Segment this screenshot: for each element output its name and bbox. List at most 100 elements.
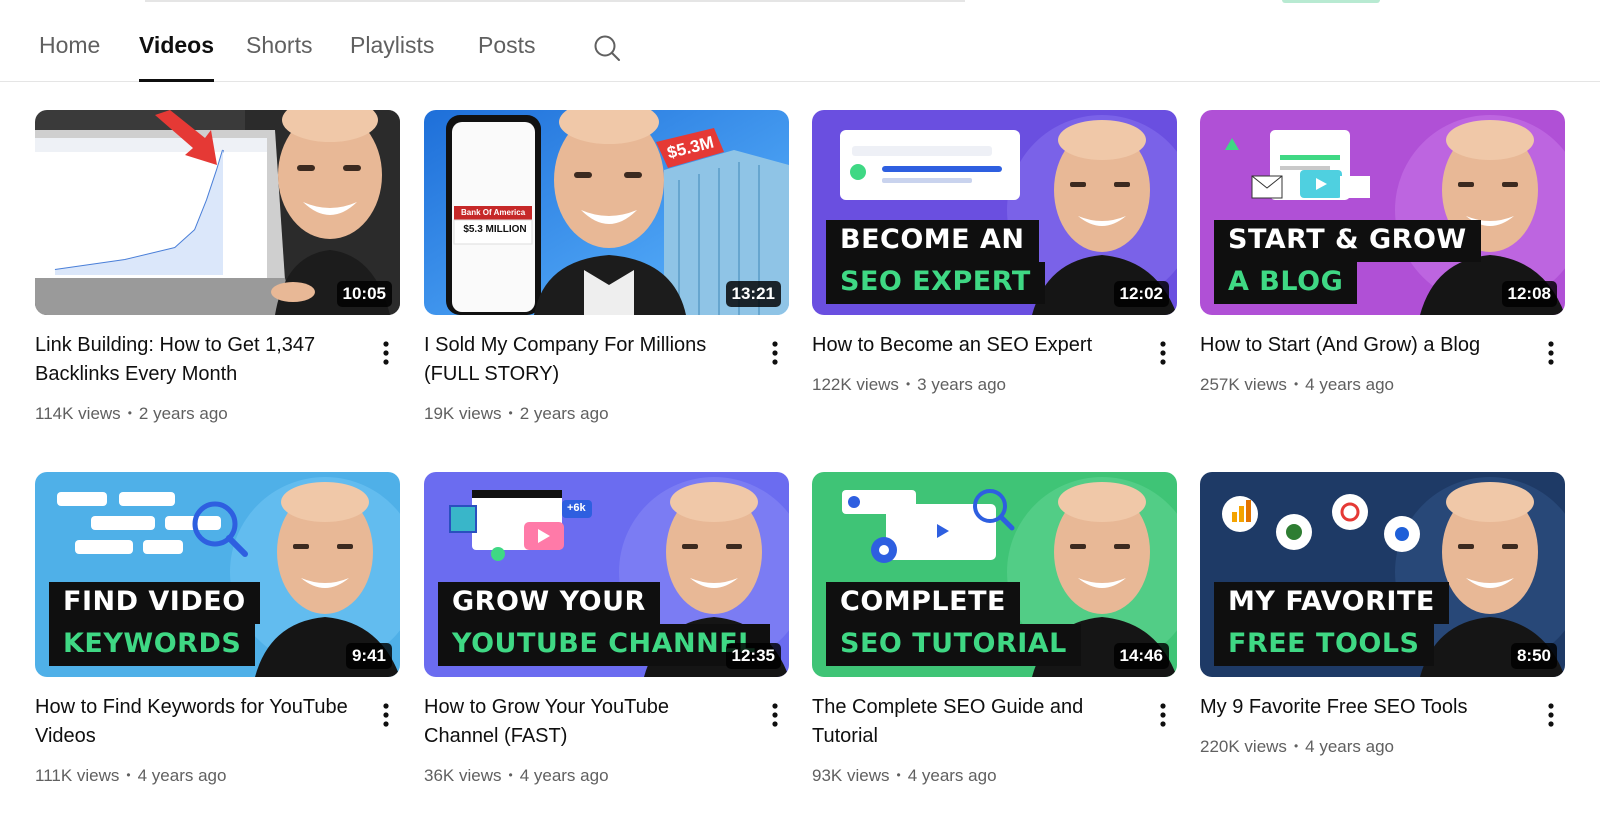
more-vert-icon[interactable] (378, 702, 394, 728)
view-count: 122K views (812, 375, 899, 394)
video-title[interactable]: How to Become an SEO Expert (812, 331, 1132, 360)
video-title[interactable]: The Complete SEO Guide and Tutorial (812, 693, 1132, 751)
video-meta: 257K views • 4 years ago (1200, 375, 1394, 395)
video-card[interactable]: START & GROW A BLOG 12:08 How to Start (… (1200, 110, 1565, 394)
more-vert-icon[interactable] (1155, 340, 1171, 366)
more-vert-icon[interactable] (767, 340, 783, 366)
upload-age: 4 years ago (519, 766, 609, 785)
tab-label: Posts (478, 32, 536, 58)
headline-line-2: A BLOG (1214, 262, 1358, 304)
video-meta: 220K views • 4 years ago (1200, 737, 1394, 757)
more-vert-icon[interactable] (1155, 702, 1171, 728)
duration-badge: 14:46 (1113, 643, 1169, 669)
duration-badge: 10:05 (336, 281, 392, 307)
view-count: 36K views (424, 766, 502, 785)
thumbnail-headline: MY FAVORITE FREE TOOLS (1214, 582, 1449, 666)
meta-separator: • (127, 406, 132, 420)
video-card[interactable]: Bank Of America $5.3 MILLION $5.3M 13:21… (424, 110, 789, 423)
meta-separator: • (508, 406, 513, 420)
video-meta: 114K views • 2 years ago (35, 404, 228, 424)
video-card[interactable]: MY FAVORITE FREE TOOLS 8:50 My 9 Favorit… (1200, 472, 1565, 756)
duration-badge: 12:08 (1501, 281, 1557, 307)
subscriber-badge: +6k (567, 502, 586, 514)
view-count: 220K views (1200, 737, 1287, 756)
video-meta: 93K views • 4 years ago (812, 766, 997, 786)
video-title[interactable]: How to Find Keywords for YouTube Videos (35, 693, 355, 751)
duration-badge: 12:35 (725, 643, 781, 669)
tab-label: Shorts (246, 32, 313, 58)
duration-badge: 12:02 (1113, 281, 1169, 307)
meta-separator: • (126, 768, 131, 782)
upload-age: 4 years ago (1305, 737, 1394, 756)
video-card[interactable]: +6k GROW YOUR YOUTUBE CHANNEL 12:35 How … (424, 472, 789, 785)
headline-line-2: KEYWORDS (49, 624, 256, 666)
bank-label: Bank Of America (461, 208, 526, 217)
video-title[interactable]: How to Start (And Grow) a Blog (1200, 331, 1520, 360)
more-vert-icon[interactable] (767, 702, 783, 728)
tab-home[interactable]: Home (39, 32, 100, 82)
video-thumbnail[interactable]: BECOME AN SEO EXPERT 12:02 (812, 110, 1177, 315)
headline-line-1: MY FAVORITE (1214, 582, 1449, 624)
view-count: 111K views (35, 766, 120, 785)
video-meta: 36K views • 4 years ago (424, 766, 609, 786)
video-thumbnail[interactable]: START & GROW A BLOG 12:08 (1200, 110, 1565, 315)
upload-age: 4 years ago (907, 766, 997, 785)
video-meta: 19K views • 2 years ago (424, 404, 609, 424)
channel-tabs: Home Videos Shorts Playlists Posts (0, 0, 1600, 82)
headline-line-1: COMPLETE (826, 582, 1020, 624)
tab-videos[interactable]: Videos (139, 32, 214, 82)
upload-age: 4 years ago (1305, 375, 1394, 394)
headline-line-1: GROW YOUR (438, 582, 660, 624)
video-thumbnail[interactable]: MY FAVORITE FREE TOOLS 8:50 (1200, 472, 1565, 677)
view-count: 257K views (1200, 375, 1287, 394)
tab-label: Videos (139, 32, 214, 58)
headline-line-2: YOUTUBE CHANNEL (438, 624, 770, 666)
headline-line-2: SEO TUTORIAL (826, 624, 1081, 666)
video-thumbnail[interactable]: COMPLETE SEO TUTORIAL 14:46 (812, 472, 1177, 677)
video-thumbnail[interactable]: +6k GROW YOUR YOUTUBE CHANNEL 12:35 (424, 472, 789, 677)
video-card[interactable]: 10:05 Link Building: How to Get 1,347 Ba… (35, 110, 400, 423)
video-card[interactable]: COMPLETE SEO TUTORIAL 14:46 The Complete… (812, 472, 1177, 785)
tab-playlists[interactable]: Playlists (350, 32, 434, 82)
meta-separator: • (1293, 739, 1299, 753)
video-thumbnail[interactable]: FIND VIDEO KEYWORDS 9:41 (35, 472, 400, 677)
video-card[interactable]: FIND VIDEO KEYWORDS 9:41 How to Find Key… (35, 472, 400, 785)
active-tab-underline (139, 79, 214, 82)
headline-line-2: FREE TOOLS (1214, 624, 1434, 666)
video-thumbnail[interactable]: Bank Of America $5.3 MILLION $5.3M 13:21 (424, 110, 789, 315)
headline-line-1: FIND VIDEO (49, 582, 260, 624)
tab-shorts[interactable]: Shorts (246, 32, 312, 82)
video-title[interactable]: I Sold My Company For Millions (FULL STO… (424, 331, 744, 389)
thumbnail-headline: START & GROW A BLOG (1214, 220, 1481, 304)
more-vert-icon[interactable] (378, 340, 394, 366)
headline-line-2: SEO EXPERT (826, 262, 1045, 304)
upload-age: 2 years ago (519, 404, 609, 423)
video-meta: 122K views • 3 years ago (812, 375, 1006, 395)
view-count: 19K views (424, 404, 502, 423)
amount-label: $5.3 MILLION (463, 224, 527, 235)
headline-line-1: START & GROW (1214, 220, 1481, 262)
video-card[interactable]: BECOME AN SEO EXPERT 12:02 How to Become… (812, 110, 1177, 394)
meta-separator: • (896, 768, 901, 782)
headline-line-1: BECOME AN (826, 220, 1039, 262)
tab-label: Playlists (350, 32, 435, 58)
view-count: 114K views (35, 404, 121, 423)
tab-label: Home (39, 32, 101, 58)
video-thumbnail[interactable]: 10:05 (35, 110, 400, 315)
video-meta: 111K views • 4 years ago (35, 766, 226, 786)
thumbnail-headline: BECOME AN SEO EXPERT (826, 220, 1045, 304)
meta-separator: • (905, 377, 911, 391)
video-title[interactable]: Link Building: How to Get 1,347 Backlink… (35, 331, 355, 389)
more-vert-icon[interactable] (1543, 340, 1559, 366)
view-count: 93K views (812, 766, 890, 785)
more-vert-icon[interactable] (1543, 702, 1559, 728)
upload-age: 3 years ago (917, 375, 1006, 394)
thumbnail-headline: COMPLETE SEO TUTORIAL (826, 582, 1081, 666)
search-icon[interactable] (593, 34, 621, 62)
tab-posts[interactable]: Posts (478, 32, 536, 82)
video-title[interactable]: My 9 Favorite Free SEO Tools (1200, 693, 1520, 722)
meta-separator: • (508, 768, 513, 782)
thumbnail-headline: FIND VIDEO KEYWORDS (49, 582, 260, 666)
duration-badge: 8:50 (1510, 643, 1557, 669)
video-title[interactable]: How to Grow Your YouTube Channel (FAST) (424, 693, 744, 751)
